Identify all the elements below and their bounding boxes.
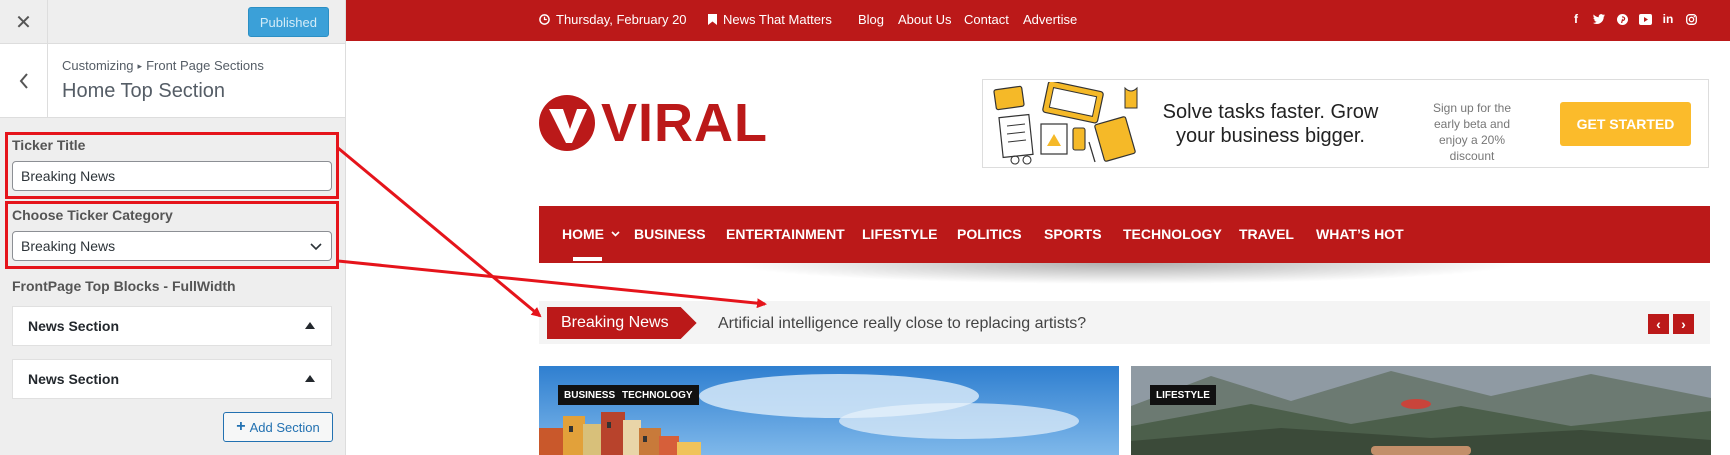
add-section-button[interactable]: + Add Section bbox=[223, 412, 333, 442]
nav-item-whats-hot[interactable]: WHAT’S HOT bbox=[1316, 226, 1404, 242]
top-link-contact[interactable]: Contact bbox=[964, 12, 1009, 27]
top-link-about[interactable]: About Us bbox=[898, 12, 951, 27]
accordion-title: News Section bbox=[28, 318, 120, 334]
ticker-next-button[interactable]: › bbox=[1673, 314, 1694, 334]
annotation-box-ticker-title bbox=[5, 132, 339, 199]
breadcrumb-customizing: Customizing bbox=[62, 58, 134, 73]
caret-up-icon[interactable] bbox=[305, 375, 315, 382]
publish-button[interactable]: Published bbox=[247, 7, 329, 37]
news-ticker: Breaking News Artificial intelligence re… bbox=[539, 301, 1710, 344]
linkedin-icon[interactable]: in bbox=[1661, 12, 1675, 26]
tagline-text: News That Matters bbox=[723, 12, 832, 27]
nav-item-sports[interactable]: SPORTS bbox=[1044, 226, 1102, 242]
post-image-coastal-town bbox=[539, 366, 1119, 455]
plus-icon: + bbox=[236, 418, 246, 435]
featured-post-card[interactable]: BUSINESS TECHNOLOGY bbox=[539, 366, 1119, 455]
nav-item-business[interactable]: BUSINESS bbox=[634, 226, 706, 242]
chevron-down-icon bbox=[611, 231, 620, 237]
clock-icon bbox=[539, 14, 550, 25]
ticker-headline[interactable]: Artificial intelligence really close to … bbox=[718, 315, 1086, 333]
close-icon[interactable]: ✕ bbox=[0, 0, 48, 44]
ad-headline: Solve tasks faster. Grow your business b… bbox=[1162, 101, 1379, 147]
customizer-panel: ✕ Published Customizing ▸ Front Page Secti… bbox=[0, 0, 346, 455]
get-started-button[interactable]: GET STARTED bbox=[1560, 102, 1691, 146]
nav-item-home[interactable]: HOME bbox=[562, 226, 620, 242]
facebook-icon[interactable]: f bbox=[1569, 12, 1583, 26]
site-preview: Thursday, February 20 News That Matters … bbox=[346, 0, 1730, 455]
tagline: News That Matters bbox=[708, 12, 832, 27]
main-nav: HOME BUSINESS ENTERTAINMENT LIFESTYLE PO… bbox=[539, 206, 1710, 263]
accordion-news-section[interactable]: News Section bbox=[12, 306, 332, 346]
page-title: Home Top Section bbox=[62, 80, 226, 102]
caret-up-icon[interactable] bbox=[305, 322, 315, 329]
date-text: Thursday, February 20 bbox=[556, 12, 687, 27]
accordion-news-section[interactable]: News Section bbox=[12, 359, 332, 399]
active-nav-indicator bbox=[573, 257, 602, 261]
nav-item-technology[interactable]: TECHNOLOGY bbox=[1123, 226, 1222, 242]
customizer-topbar: ✕ Published bbox=[0, 0, 345, 44]
social-links: f in bbox=[1569, 12, 1698, 26]
featured-post-card[interactable]: LIFESTYLE bbox=[1131, 366, 1711, 455]
annotation-box-ticker-category bbox=[5, 201, 339, 269]
blocks-label: FrontPage Top Blocks - FullWidth bbox=[12, 278, 236, 294]
viral-logo-mark-icon bbox=[539, 95, 595, 151]
category-tag-business[interactable]: BUSINESS bbox=[558, 385, 622, 405]
nav-item-entertainment[interactable]: ENTERTAINMENT bbox=[726, 226, 845, 242]
nav-item-politics[interactable]: POLITICS bbox=[957, 226, 1022, 242]
pinterest-icon[interactable] bbox=[1615, 12, 1629, 26]
top-bar: Thursday, February 20 News That Matters … bbox=[346, 0, 1730, 41]
top-link-blog[interactable]: Blog bbox=[858, 12, 884, 27]
top-link-advertise[interactable]: Advertise bbox=[1023, 12, 1077, 27]
breadcrumb-front-page-sections: Front Page Sections bbox=[146, 58, 264, 73]
twitter-icon[interactable] bbox=[1592, 12, 1606, 26]
breadcrumb: Customizing ▸ Front Page Sections bbox=[62, 58, 264, 73]
bookmark-icon bbox=[708, 14, 717, 25]
site-logo[interactable]: VIRAL bbox=[539, 94, 768, 152]
breadcrumb-separator-icon: ▸ bbox=[137, 61, 143, 71]
add-section-label: Add Section bbox=[249, 419, 320, 435]
date-display: Thursday, February 20 bbox=[539, 12, 687, 27]
logo-text: VIRAL bbox=[601, 93, 768, 153]
back-button[interactable] bbox=[0, 44, 48, 118]
nav-label: HOME bbox=[562, 226, 604, 242]
accordion-title: News Section bbox=[28, 371, 120, 387]
category-tag-lifestyle[interactable]: LIFESTYLE bbox=[1150, 385, 1216, 405]
ticker-prev-button[interactable]: ‹ bbox=[1648, 314, 1669, 334]
youtube-icon[interactable] bbox=[1638, 12, 1652, 26]
chevron-left-icon bbox=[19, 73, 28, 89]
nav-shadow bbox=[539, 263, 1710, 293]
ticker-label: Breaking News bbox=[547, 307, 697, 339]
ad-banner[interactable]: Solve tasks faster. Grow your business b… bbox=[982, 79, 1709, 168]
workspace-illustration-icon bbox=[993, 82, 1138, 165]
post-image-mountain bbox=[1131, 366, 1711, 455]
nav-item-travel[interactable]: TRAVEL bbox=[1239, 226, 1294, 242]
ad-subtext: Sign up for the early beta and enjoy a 2… bbox=[1432, 101, 1512, 163]
nav-item-lifestyle[interactable]: LIFESTYLE bbox=[862, 226, 937, 242]
category-tag-technology[interactable]: TECHNOLOGY bbox=[616, 385, 699, 405]
instagram-icon[interactable] bbox=[1684, 12, 1698, 26]
section-header: Customizing ▸ Front Page Sections Home Top… bbox=[0, 44, 345, 118]
